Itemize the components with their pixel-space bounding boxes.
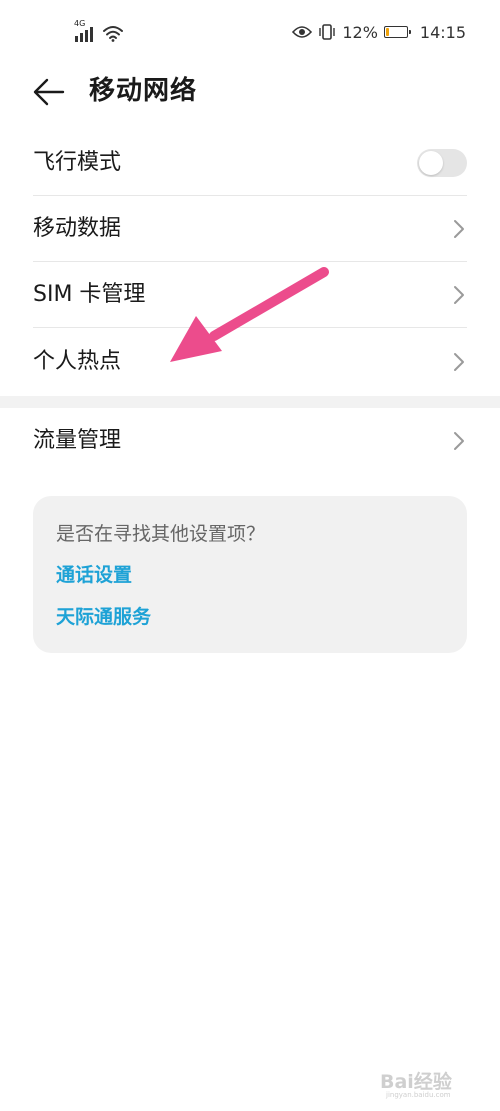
sim-management-row[interactable]: SIM 卡管理 [33, 262, 467, 328]
chevron-right-icon [454, 286, 464, 304]
watermark-url: jingyan.baidu.com [386, 1091, 451, 1099]
page-title: 移动网络 [89, 76, 198, 106]
airplane-mode-toggle[interactable] [417, 149, 467, 177]
chevron-right-icon [454, 220, 464, 238]
page-header: 移动网络 [0, 62, 500, 122]
battery-level-fill [385, 28, 389, 36]
section-separator [0, 396, 500, 408]
airplane-mode-label: 飞行模式 [33, 150, 122, 175]
chevron-right-icon [454, 432, 464, 450]
personal-hotspot-row[interactable]: 个人热点 [33, 329, 467, 395]
baidu-jingyan-watermark: Bai经验 jingyan.baidu.com [380, 1059, 490, 1103]
sim-management-label: SIM 卡管理 [33, 282, 146, 307]
network-type-label: 4G [74, 19, 86, 28]
call-settings-link[interactable]: 通话设置 [56, 563, 132, 587]
back-button[interactable] [30, 74, 70, 110]
arrow-left-icon [33, 78, 65, 106]
wifi-icon [103, 26, 123, 42]
eye-comfort-icon [292, 26, 313, 38]
vibrate-icon [319, 24, 336, 40]
skytone-service-link[interactable]: 天际通服务 [56, 605, 151, 629]
status-time: 14:15 [419, 22, 466, 42]
status-right: 12% 14:15 [292, 20, 466, 44]
row-divider [33, 327, 467, 328]
mobile-data-label: 移动数据 [33, 216, 122, 241]
battery-percent: 12% [342, 22, 378, 42]
chevron-right-icon [454, 353, 464, 371]
data-usage-row[interactable]: 流量管理 [33, 408, 467, 474]
battery-icon [383, 26, 411, 38]
status-bar: 4G 12% 14:15 [0, 0, 500, 62]
data-usage-label: 流量管理 [33, 428, 122, 453]
suggestion-title: 是否在寻找其他设置项？ [56, 523, 266, 545]
watermark-logo-text: Bai经验 [380, 1071, 452, 1093]
mobile-data-row[interactable]: 移动数据 [33, 196, 467, 262]
airplane-mode-row[interactable]: 飞行模式 [33, 130, 467, 196]
suggestion-card: 是否在寻找其他设置项？ 通话设置 天际通服务 [33, 496, 467, 653]
personal-hotspot-label: 个人热点 [33, 349, 122, 374]
status-left: 4G [74, 20, 124, 42]
toggle-knob [419, 151, 443, 175]
